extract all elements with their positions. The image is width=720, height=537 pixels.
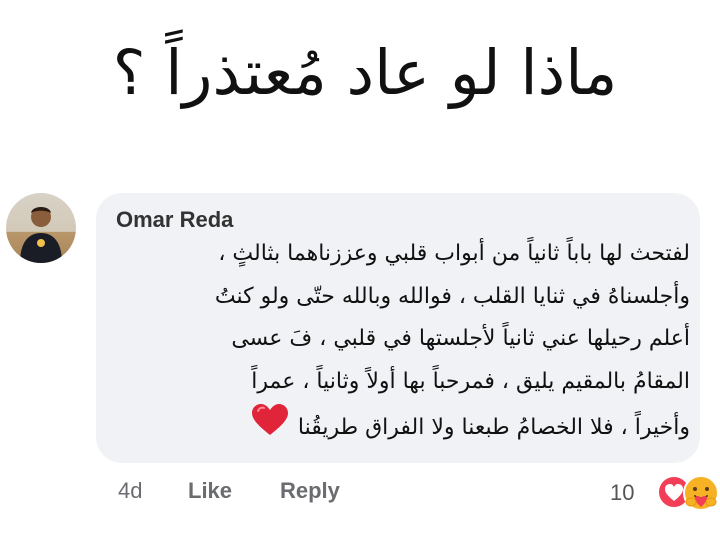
reaction-count: 10 — [610, 480, 635, 505]
comment-bubble: Omar Reda لفتحث لها باباً ثانياً من أبوا… — [96, 193, 700, 463]
like-button[interactable]: Like — [188, 478, 232, 504]
comment-line: لفتحث لها باباً ثانياً من أبواب قلبي وعز… — [218, 241, 690, 266]
care-reaction-icon — [682, 474, 720, 516]
red-heart-icon — [250, 403, 290, 453]
comment-line: أعلم رحيلها عني ثانياً لأجلستها في قلبي … — [231, 326, 690, 351]
comment-author[interactable]: Omar Reda — [116, 207, 233, 233]
comment-line: وأجلسناهُ في ثنايا القلب ، فوالله وبالله… — [214, 283, 690, 309]
headline: ماذا لو عاد مُعتذراً ؟ — [112, 36, 618, 109]
comment-text: لفتحث لها باباً ثانياً من أبواب قلبي وعز… — [105, 233, 690, 453]
comment-line: المقامُ بالمقيم يليق ، فمرحباً بها أولاً… — [251, 368, 690, 394]
avatar[interactable] — [6, 193, 76, 263]
comment-line-text: وأخيراً ، فلا الخصامُ طبعنا ولا الفراق ط… — [297, 414, 690, 440]
comment-line-last: وأخيراً ، فلا الخصامُ طبعنا ولا الفراق ط… — [105, 403, 690, 453]
comment-time[interactable]: 4d — [118, 478, 142, 504]
reply-button[interactable]: Reply — [280, 478, 340, 504]
